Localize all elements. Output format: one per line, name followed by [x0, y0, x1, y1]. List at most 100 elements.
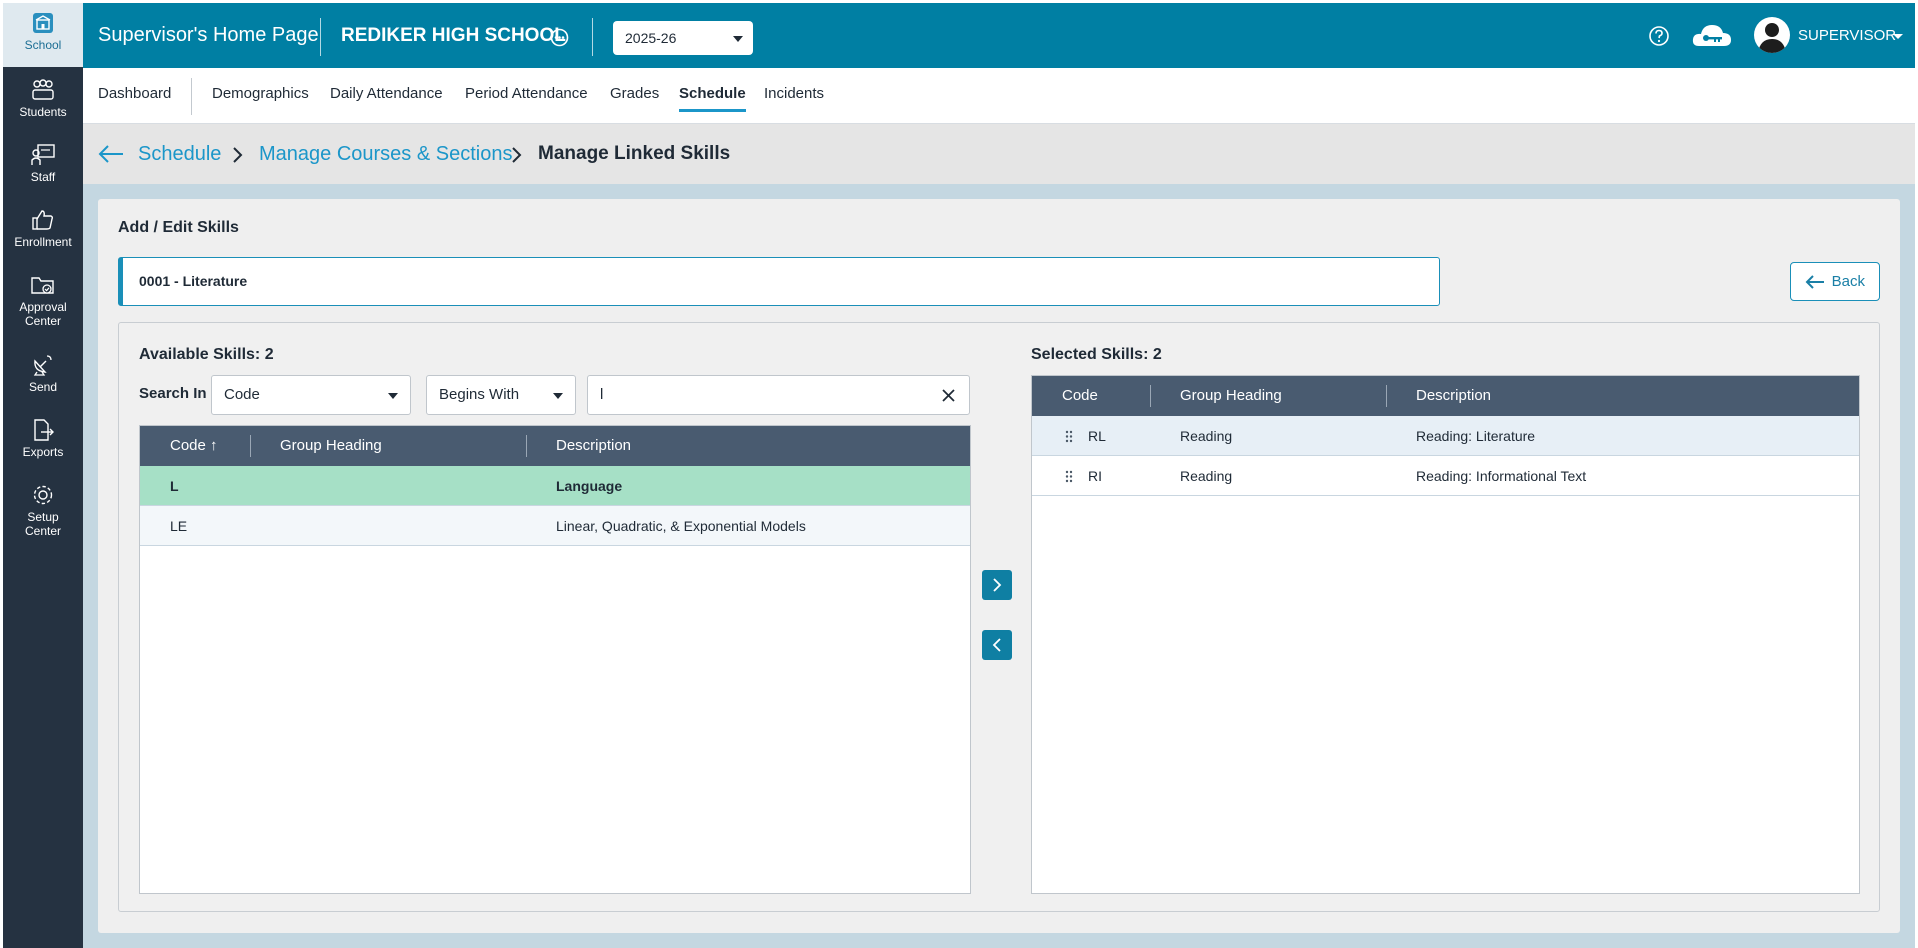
- available-skills-table: Code ↑ Group Heading Description L Langu…: [139, 425, 971, 894]
- tab-daily-attendance[interactable]: Daily Attendance: [330, 68, 443, 124]
- sidebar-item-label: Send: [28, 380, 58, 394]
- column-divider[interactable]: [1386, 385, 1387, 407]
- sidebar-item-staff[interactable]: Staff: [3, 143, 83, 184]
- more-options-icon[interactable]: [550, 28, 569, 47]
- table-row[interactable]: L Language: [140, 466, 970, 506]
- column-divider[interactable]: [250, 435, 251, 457]
- school-name: REDIKER HIGH SCHOOL: [341, 25, 566, 46]
- column-header-description[interactable]: Description: [556, 426, 631, 466]
- section-title: Add / Edit Skills: [118, 219, 239, 236]
- column-divider[interactable]: [526, 435, 527, 457]
- breadcrumb-link-manage-courses[interactable]: Manage Courses & Sections: [259, 124, 512, 184]
- tab-period-attendance[interactable]: Period Attendance: [465, 68, 588, 124]
- available-skills-title: Available Skills: 2: [139, 346, 274, 363]
- skills-editor-panel: Add / Edit Skills 0001 - Literature Back…: [98, 199, 1900, 933]
- column-header-description[interactable]: Description: [1416, 376, 1491, 416]
- match-mode-select[interactable]: Begins With: [426, 375, 576, 415]
- tab-divider: [191, 78, 192, 115]
- back-button[interactable]: Back: [1790, 262, 1880, 301]
- search-input[interactable]: l: [587, 375, 970, 415]
- user-avatar-icon: [1758, 23, 1786, 53]
- column-header-code[interactable]: Code ↑: [170, 426, 218, 466]
- sidebar-item-school[interactable]: School: [3, 3, 83, 67]
- tab-incidents[interactable]: Incidents: [764, 68, 824, 124]
- chevron-left-icon: [992, 638, 1001, 652]
- column-divider[interactable]: [1150, 385, 1151, 407]
- column-header-group-heading[interactable]: Group Heading: [280, 426, 382, 466]
- cloud-key-icon[interactable]: [1691, 22, 1733, 50]
- course-field[interactable]: 0001 - Literature: [118, 257, 1440, 306]
- help-icon[interactable]: [1648, 25, 1670, 47]
- breadcrumb: Schedule Manage Courses & Sections Manag…: [83, 124, 1915, 184]
- tab-grades[interactable]: Grades: [610, 68, 659, 124]
- close-icon[interactable]: [942, 389, 955, 402]
- sidebar-item-approval-center[interactable]: Approval Center: [3, 273, 83, 328]
- back-button-label: Back: [1831, 273, 1865, 290]
- school-year-select[interactable]: 2025-26: [613, 21, 753, 55]
- tab-schedule[interactable]: Schedule: [679, 68, 746, 124]
- table-row[interactable]: RL Reading Reading: Literature: [1032, 416, 1859, 456]
- sort-up-icon: ↑: [210, 437, 218, 454]
- satellite-dish-icon: [33, 355, 52, 376]
- school-year-value: 2025-26: [625, 30, 677, 46]
- main-content: Add / Edit Skills 0001 - Literature Back…: [83, 184, 1915, 948]
- active-tab-indicator: [679, 109, 746, 112]
- sidebar-item-label: Staff: [30, 170, 56, 184]
- header-divider: [592, 18, 593, 56]
- gear-icon: [33, 485, 53, 505]
- match-mode-value: Begins With: [439, 386, 520, 403]
- chevron-down-icon: [733, 36, 743, 42]
- arrow-left-icon: [1805, 275, 1824, 289]
- remove-skill-button[interactable]: [982, 630, 1012, 660]
- sidebar-item-students[interactable]: Students: [3, 78, 83, 119]
- search-field-select[interactable]: Code: [211, 375, 411, 415]
- students-icon: [32, 79, 54, 100]
- sidebar-item-label: Approval: [19, 300, 67, 314]
- sidebar-item-label: Center: [24, 314, 62, 328]
- search-field-value: Code: [224, 386, 260, 403]
- table-header: Code Group Heading Description: [1032, 376, 1859, 416]
- sidebar-item-label: Students: [19, 105, 67, 119]
- staff-icon: [31, 144, 55, 165]
- module-tabs: Dashboard Demographics Daily Attendance …: [83, 68, 1915, 124]
- selected-skills-title: Selected Skills: 2: [1031, 346, 1162, 363]
- breadcrumb-link-schedule[interactable]: Schedule: [138, 124, 221, 184]
- chevron-right-icon: [993, 578, 1002, 592]
- app-header: Supervisor's Home Page REDIKER HIGH SCHO…: [83, 3, 1915, 68]
- sidebar-item-exports[interactable]: Exports: [3, 418, 83, 459]
- chevron-down-icon: [553, 393, 563, 399]
- sidebar-item-label: Exports: [22, 445, 64, 459]
- table-row[interactable]: LE Linear, Quadratic, & Exponential Mode…: [140, 506, 970, 546]
- school-icon: [33, 13, 53, 33]
- sidebar-item-send[interactable]: Send: [3, 353, 83, 394]
- column-header-group-heading[interactable]: Group Heading: [1180, 376, 1282, 416]
- chevron-right-icon: [512, 147, 522, 163]
- search-input-value: l: [600, 386, 604, 403]
- back-arrow-icon[interactable]: [98, 144, 124, 164]
- chevron-down-icon: [388, 393, 398, 399]
- table-row[interactable]: RI Reading Reading: Informational Text: [1032, 456, 1859, 496]
- sidebar-item-label: Center: [24, 524, 62, 538]
- sidebar-item-label: School: [24, 38, 62, 52]
- chevron-right-icon: [233, 147, 243, 163]
- search-in-label: Search In: [139, 385, 207, 402]
- folder-check-icon: [31, 277, 54, 294]
- chevron-down-icon[interactable]: [1893, 34, 1903, 39]
- skills-transfer-area: Available Skills: 2 Search In Code Begin…: [118, 322, 1880, 912]
- avatar[interactable]: [1754, 17, 1790, 53]
- tab-demographics[interactable]: Demographics: [212, 68, 309, 124]
- tab-dashboard[interactable]: Dashboard: [98, 68, 171, 124]
- page-title: Supervisor's Home Page: [98, 24, 319, 46]
- drag-handle-icon[interactable]: [1065, 470, 1073, 483]
- drag-handle-icon[interactable]: [1065, 430, 1073, 443]
- selected-skills-table: Code Group Heading Description RL Readin…: [1031, 375, 1860, 894]
- breadcrumb-current: Manage Linked Skills: [538, 143, 731, 164]
- sidebar-item-label: Enrollment: [14, 235, 72, 249]
- user-menu[interactable]: SUPERVISOR: [1798, 3, 1896, 68]
- export-file-icon: [34, 419, 54, 441]
- add-skill-button[interactable]: [982, 570, 1012, 600]
- sidebar-item-setup-center[interactable]: Setup Center: [3, 483, 83, 538]
- thumbs-up-icon: [32, 210, 54, 230]
- column-header-code[interactable]: Code: [1062, 376, 1098, 416]
- sidebar-item-enrollment[interactable]: Enrollment: [3, 208, 83, 249]
